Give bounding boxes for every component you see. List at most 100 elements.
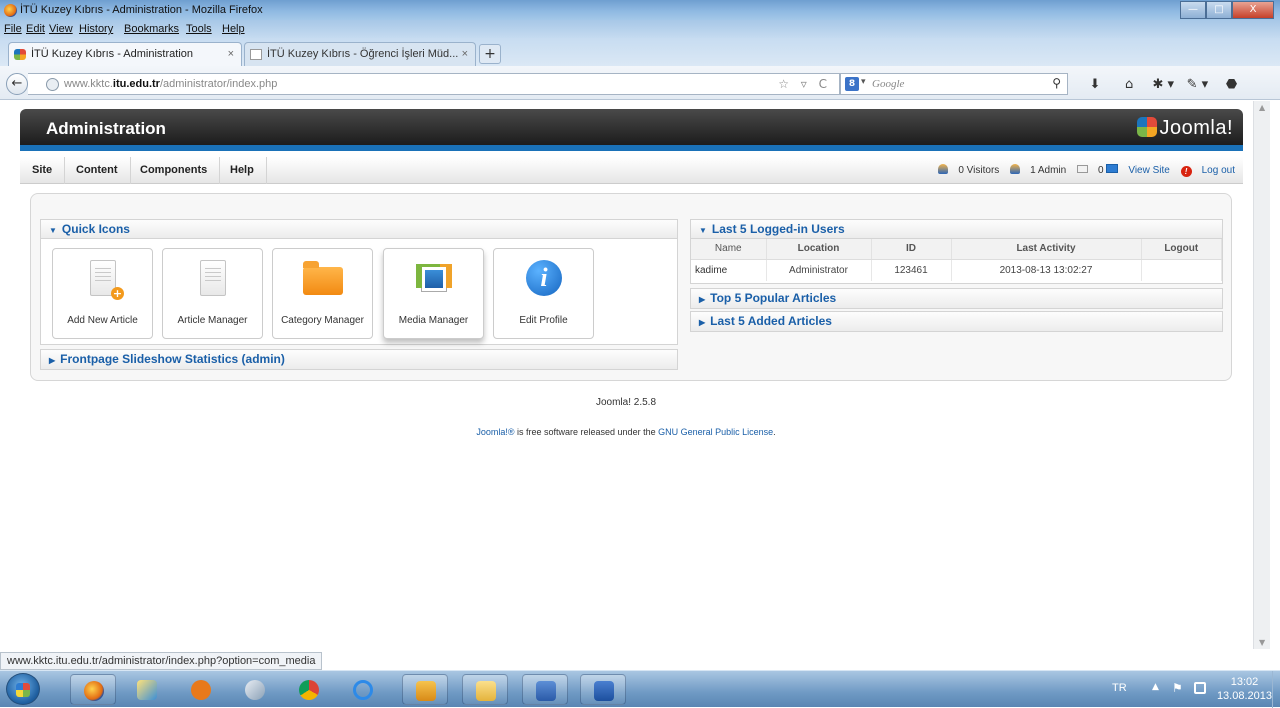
user-id: 123461 bbox=[871, 259, 952, 281]
user-logout[interactable] bbox=[1141, 259, 1222, 281]
control-panel: ▼ Quick Icons + Add New Article Article M… bbox=[30, 193, 1232, 381]
popular-articles-toggle[interactable]: ▶ Top 5 Popular Articles bbox=[691, 289, 1222, 308]
minimize-button[interactable]: — bbox=[1180, 1, 1206, 19]
category-manager-button[interactable]: Category Manager bbox=[272, 248, 373, 339]
edit-profile-button[interactable]: i Edit Profile bbox=[493, 248, 594, 339]
collapsed-arrow-icon: ▶ bbox=[699, 318, 706, 327]
menu-tools[interactable]: Tools bbox=[186, 23, 212, 35]
search-bar[interactable]: 8 ▾ Google ⚲ bbox=[840, 73, 1068, 95]
page-favicon-icon bbox=[250, 49, 262, 60]
admin-status: 0 Visitors 1 Admin 0 View Site ! Log out bbox=[930, 164, 1235, 177]
windows-taskbar: TR ▲ ⚑ 13:02 13.08.2013 bbox=[0, 670, 1280, 708]
menu-view[interactable]: View bbox=[49, 23, 73, 35]
message-icon bbox=[1076, 165, 1088, 173]
scroll-down-icon[interactable]: ▼ bbox=[1259, 638, 1265, 647]
taskbar-firefox[interactable] bbox=[70, 674, 116, 705]
clock[interactable]: 13:02 13.08.2013 bbox=[1217, 675, 1272, 703]
add-new-article-button[interactable]: + Add New Article bbox=[52, 248, 153, 339]
slideshow-stats-panel: ▶ Frontpage Slideshow Statistics (admin) bbox=[40, 349, 678, 370]
new-tab-button[interactable]: + bbox=[479, 44, 501, 64]
display-icon[interactable] bbox=[1194, 682, 1206, 694]
close-button[interactable]: X bbox=[1232, 1, 1274, 19]
internet-explorer-icon bbox=[353, 680, 373, 700]
menu-history[interactable]: History bbox=[79, 23, 113, 35]
window-titlebar: İTÜ Kuzey Kıbrıs - Administration - Mozi… bbox=[0, 0, 1280, 22]
visitors-status: 0 Visitors bbox=[938, 164, 999, 176]
taskbar-outlook[interactable] bbox=[402, 674, 448, 705]
added-articles-toggle[interactable]: ▶ Last 5 Added Articles bbox=[691, 312, 1222, 331]
action-center-flag-icon[interactable]: ⚑ bbox=[1172, 681, 1183, 695]
home-icon[interactable]: ⌂ bbox=[1114, 77, 1144, 92]
tab-administration[interactable]: İTÜ Kuzey Kıbrıs - Administration × bbox=[8, 42, 242, 66]
logout-icon: ! bbox=[1180, 166, 1192, 177]
url-bar[interactable]: www.kktc.itu.edu.tr/administrator/index.… bbox=[28, 73, 840, 95]
logged-users-table: Name Location ID Last Activity Logout ka… bbox=[691, 239, 1222, 281]
user-name: kadime bbox=[691, 259, 767, 281]
quick-icons-toggle[interactable]: ▼ Quick Icons bbox=[41, 220, 677, 239]
chevron-down-icon: ▾ bbox=[861, 77, 866, 87]
taskbar-visio[interactable] bbox=[522, 674, 568, 705]
taskbar-internet-explorer[interactable] bbox=[340, 674, 386, 705]
admin-menu: Site Content Components Help 0 Visitors … bbox=[20, 157, 1243, 184]
maximize-button[interactable]: □ bbox=[1206, 1, 1232, 19]
folder-icon bbox=[137, 680, 157, 700]
messages-status[interactable]: 0 bbox=[1076, 165, 1104, 176]
start-button[interactable] bbox=[6, 673, 40, 705]
tab-ogrenci-isleri[interactable]: İTÜ Kuzey Kıbrıs - Öğrenci İşleri Müd...… bbox=[244, 42, 476, 66]
view-site-icon bbox=[1106, 164, 1119, 173]
search-input[interactable]: Google bbox=[872, 78, 904, 90]
expanded-arrow-icon: ▼ bbox=[699, 226, 707, 235]
admin-menu-site[interactable]: Site bbox=[20, 157, 66, 184]
pen-icon[interactable]: ✎ ▾ bbox=[1182, 77, 1212, 92]
menu-help[interactable]: Help bbox=[222, 23, 245, 35]
admins-status: 1 Admin bbox=[1010, 164, 1066, 176]
joomla-header: Administration Joomla! bbox=[20, 109, 1243, 151]
scroll-up-icon[interactable]: ▲ bbox=[1259, 103, 1265, 112]
tab-close-icon[interactable]: × bbox=[228, 48, 234, 60]
tab-label: İTÜ Kuzey Kıbrıs - Administration bbox=[31, 48, 193, 60]
scissors-icon bbox=[245, 680, 265, 700]
bookmark-star-icon[interactable]: ☆ ▿ C bbox=[778, 77, 831, 91]
admin-menu-help[interactable]: Help bbox=[218, 157, 267, 184]
taskbar-word[interactable] bbox=[580, 674, 626, 705]
admin-menu-components[interactable]: Components bbox=[128, 157, 221, 184]
vertical-scrollbar[interactable]: ▲ ▼ bbox=[1253, 101, 1270, 649]
tab-strip: İTÜ Kuzey Kıbrıs - Administration × İTÜ … bbox=[0, 38, 1280, 66]
joomla-version: Joomla! 2.5.8 bbox=[595, 397, 657, 408]
logged-users-toggle[interactable]: ▼ Last 5 Logged-in Users bbox=[691, 220, 1222, 239]
view-site-link[interactable]: View Site bbox=[1106, 164, 1170, 176]
menu-bookmarks[interactable]: Bookmarks bbox=[124, 23, 179, 35]
column-header: Location bbox=[766, 239, 872, 260]
extension-icon[interactable]: ⬣ bbox=[1217, 77, 1247, 92]
taskbar-explorer-folder[interactable] bbox=[124, 674, 170, 705]
chrome-icon bbox=[299, 680, 319, 700]
taskbar-snipping-tool[interactable] bbox=[232, 674, 278, 705]
admin-menu-content[interactable]: Content bbox=[64, 157, 131, 184]
article-manager-button[interactable]: Article Manager bbox=[162, 248, 263, 339]
language-indicator[interactable]: TR bbox=[1112, 682, 1127, 694]
status-url-tooltip: www.kktc.itu.edu.tr/administrator/index.… bbox=[0, 652, 323, 670]
taskbar-file-explorer[interactable] bbox=[462, 674, 508, 705]
tab-close-icon[interactable]: × bbox=[462, 48, 468, 60]
menu-file[interactable]: File bbox=[4, 23, 22, 35]
google-engine-icon[interactable]: 8 bbox=[845, 77, 859, 91]
taskbar-chrome[interactable] bbox=[286, 674, 332, 705]
back-button[interactable]: ← bbox=[6, 73, 28, 95]
slideshow-stats-toggle[interactable]: ▶ Frontpage Slideshow Statistics (admin) bbox=[41, 350, 677, 369]
search-icon[interactable]: ⚲ bbox=[1052, 76, 1061, 90]
addon-icon[interactable]: ✱ ▾ bbox=[1148, 77, 1178, 92]
tab-label: İTÜ Kuzey Kıbrıs - Öğrenci İşleri Müd... bbox=[267, 48, 459, 60]
user-last-activity: 2013-08-13 13:02:27 bbox=[951, 259, 1142, 281]
show-hidden-icons-icon[interactable]: ▲ bbox=[1152, 682, 1159, 692]
logout-link[interactable]: ! Log out bbox=[1180, 165, 1235, 177]
taskbar-media-player[interactable] bbox=[178, 674, 224, 705]
media-manager-button[interactable]: Media Manager bbox=[383, 248, 484, 339]
gpl-link[interactable]: GNU General Public License bbox=[658, 427, 773, 437]
menu-edit[interactable]: Edit bbox=[26, 23, 45, 35]
joomla-link[interactable]: Joomla!® bbox=[476, 427, 514, 437]
download-icon[interactable]: ⬇ bbox=[1080, 77, 1110, 92]
menu-bar: File Edit View History Bookmarks Tools H… bbox=[0, 20, 1280, 38]
show-desktop-button[interactable] bbox=[1272, 671, 1280, 708]
article-icon bbox=[200, 260, 226, 296]
logged-users-panel: ▼ Last 5 Logged-in Users Name Location ID… bbox=[690, 219, 1223, 284]
